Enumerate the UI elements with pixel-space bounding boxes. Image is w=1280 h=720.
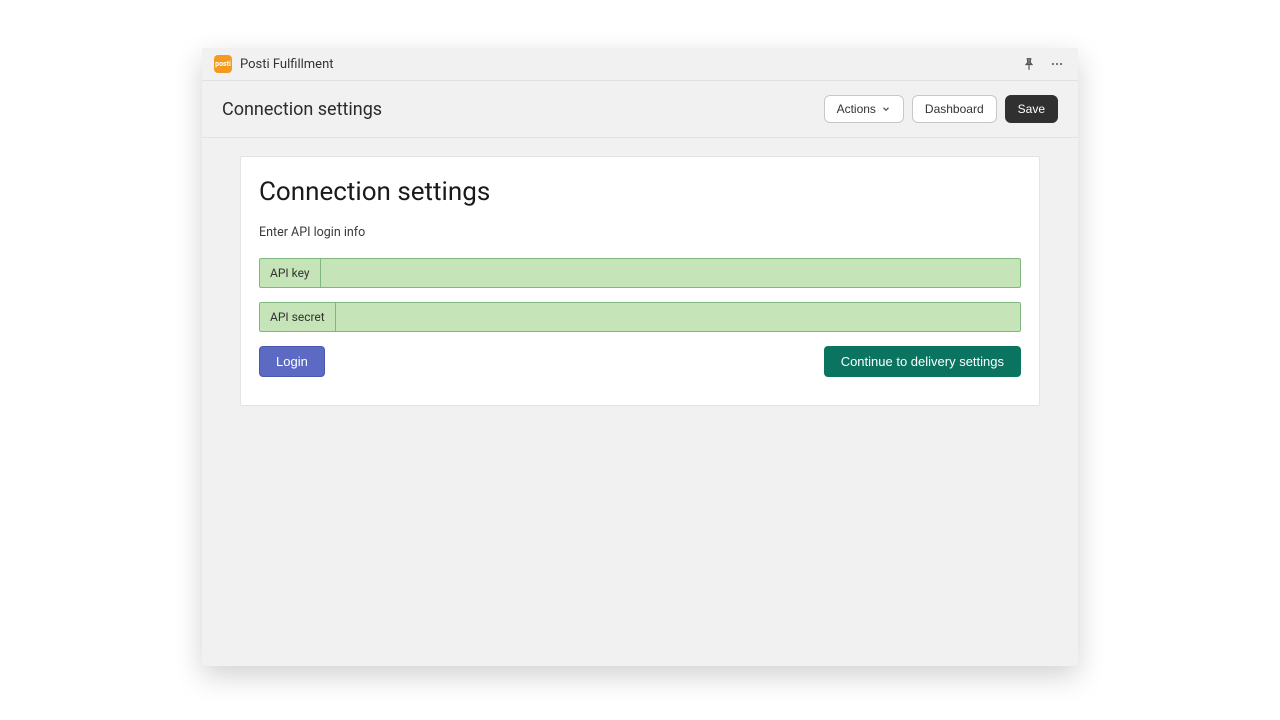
save-label: Save bbox=[1018, 102, 1045, 116]
settings-card: Connection settings Enter API login info… bbox=[240, 156, 1040, 406]
login-label: Login bbox=[276, 354, 308, 369]
continue-label: Continue to delivery settings bbox=[841, 354, 1004, 369]
content-area: Connection settings Enter API login info… bbox=[202, 138, 1078, 666]
api-secret-label: API secret bbox=[260, 303, 336, 331]
api-key-field: API key bbox=[259, 258, 1021, 288]
app-window: posti Posti Fulfillment Connection setti… bbox=[202, 48, 1078, 666]
titlebar: posti Posti Fulfillment bbox=[202, 48, 1078, 81]
more-icon[interactable] bbox=[1048, 55, 1066, 73]
api-secret-input[interactable] bbox=[336, 303, 1020, 331]
actions-dropdown[interactable]: Actions bbox=[824, 95, 904, 123]
login-button[interactable]: Login bbox=[259, 346, 325, 377]
dashboard-button[interactable]: Dashboard bbox=[912, 95, 997, 123]
button-row: Login Continue to delivery settings bbox=[259, 346, 1021, 377]
app-icon: posti bbox=[214, 55, 232, 73]
card-heading: Connection settings bbox=[259, 177, 1021, 207]
app-title: Posti Fulfillment bbox=[240, 57, 334, 72]
card-subtext: Enter API login info bbox=[259, 225, 1021, 240]
titlebar-left: posti Posti Fulfillment bbox=[214, 55, 334, 73]
pin-icon[interactable] bbox=[1020, 55, 1038, 73]
save-button[interactable]: Save bbox=[1005, 95, 1058, 123]
page-title: Connection settings bbox=[222, 99, 382, 120]
titlebar-right bbox=[1020, 55, 1066, 73]
toolbar: Connection settings Actions Dashboard Sa… bbox=[202, 81, 1078, 138]
api-secret-field: API secret bbox=[259, 302, 1021, 332]
continue-button[interactable]: Continue to delivery settings bbox=[824, 346, 1021, 377]
api-key-label: API key bbox=[260, 259, 321, 287]
toolbar-actions: Actions Dashboard Save bbox=[824, 95, 1058, 123]
dashboard-label: Dashboard bbox=[925, 102, 984, 116]
chevron-down-icon bbox=[881, 104, 891, 114]
actions-label: Actions bbox=[837, 102, 876, 116]
api-key-input[interactable] bbox=[321, 259, 1020, 287]
